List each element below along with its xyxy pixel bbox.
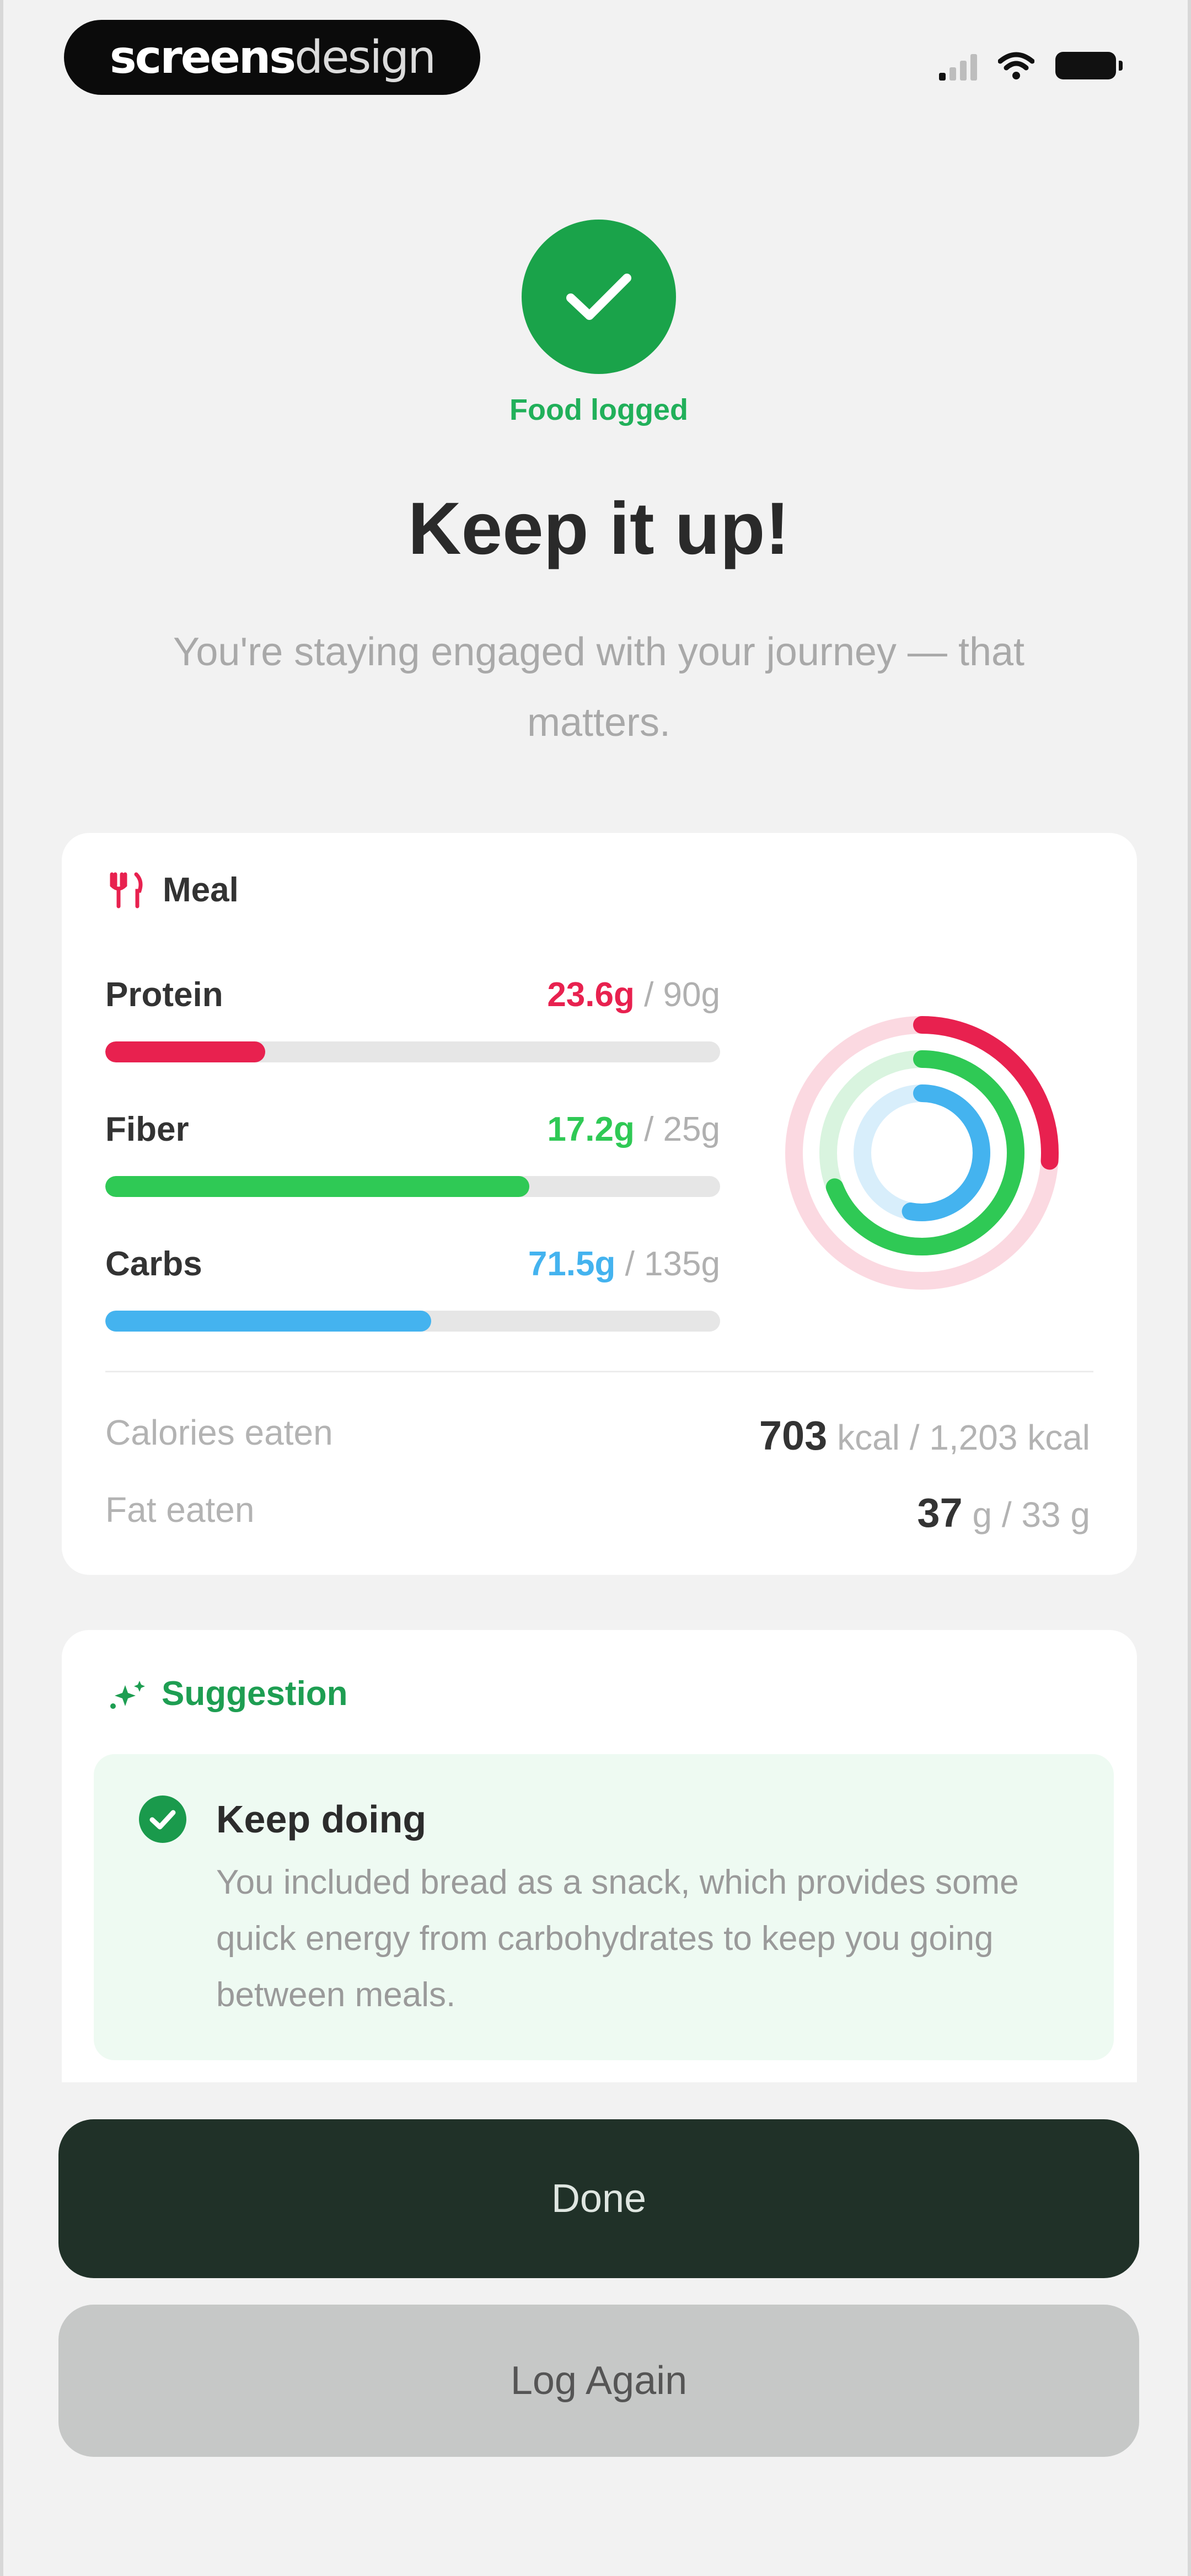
macro-value: 23.6g / 90g [547,975,720,1014]
macro-progress-fill [105,1176,530,1197]
suggestion-card: Suggestion Keep doing You included bread… [62,1630,1137,2082]
meal-summary-card: Meal Protein 23.6g / 90g Fiber 17.2g / 2… [62,833,1137,1575]
done-button[interactable]: Done [58,2119,1139,2278]
suggestion-title: Suggestion [162,1675,348,1713]
macro-rings-chart [785,1016,1059,1290]
macro-value: 71.5g / 135g [528,1244,720,1284]
suggestion-body: You included bread as a snack, which pro… [216,1863,1019,2014]
suggestion-heading: Keep doing [216,1798,427,1841]
macro-progress-track [105,1311,720,1332]
fat-value: 37 g / 33 g [917,1489,1090,1536]
brand-logo-light: design [294,31,436,84]
macro-current: 71.5g [528,1245,616,1283]
macro-name: Fiber [105,1110,189,1148]
fat-number: 37 [917,1490,963,1536]
fat-unit: g / 33 g [972,1495,1091,1535]
macro-target: / 25g [644,1110,720,1148]
signal-icon [939,51,977,81]
check-circle-icon [139,1795,186,1843]
macro-target: / 135g [625,1245,720,1283]
macro-current: 23.6g [547,976,635,1014]
calories-number: 703 [759,1413,828,1458]
meal-card-title: Meal [163,871,239,909]
brand-logo: screensdesign [109,31,436,84]
utensils-icon [110,872,143,908]
battery-icon [1055,52,1123,79]
brand-badge: screensdesign [64,20,480,95]
food-logged-label: Food logged [509,393,688,426]
calories-value: 703 kcal / 1,203 kcal [759,1412,1090,1459]
status-icons [939,51,1123,81]
macro-progress-fill [105,1041,265,1062]
page-title: Keep it up! [407,488,790,570]
page-subtitle: You're staying engaged with your journey… [173,630,1025,745]
macro-value: 17.2g / 25g [547,1110,720,1149]
meal-card-header: Meal [109,870,239,910]
suggestion-header: Suggestion [109,1674,348,1713]
macro-current: 17.2g [547,1110,635,1148]
macro-name: Carbs [105,1245,202,1283]
suggestion-box: Keep doing You included bread as a snack… [94,1754,1114,2060]
macro-target: / 90g [644,976,720,1014]
calories-label: Calories eaten [105,1413,333,1452]
macro-progress-track [105,1176,720,1197]
sparkle-icon [110,1680,145,1709]
fat-label: Fat eaten [105,1490,255,1530]
card-divider [105,1371,1093,1372]
log-again-button[interactable]: Log Again [58,2305,1139,2457]
app-screen: screensdesign Food logged Keep it up! Yo… [0,0,1191,2576]
macro-name: Protein [105,976,223,1014]
calories-unit: kcal / 1,203 kcal [837,1418,1090,1457]
brand-logo-bold: screens [109,31,296,84]
success-check-icon [522,220,676,374]
macro-progress-fill [105,1311,431,1332]
macro-progress-track [105,1041,720,1062]
wifi-icon [998,52,1034,79]
